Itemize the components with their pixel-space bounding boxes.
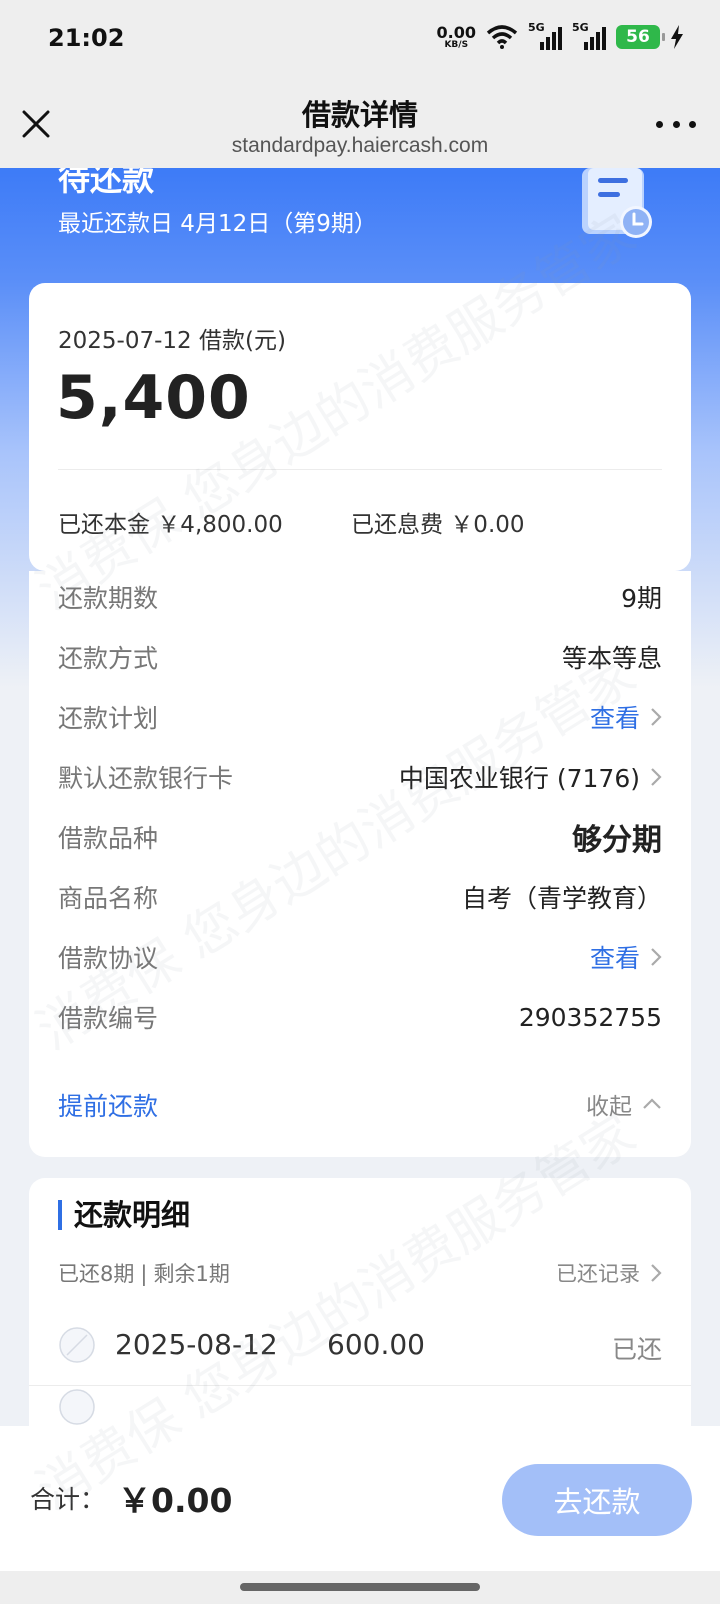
network-speed-value: 0.00 bbox=[436, 22, 476, 42]
total-value: ￥0.00 bbox=[118, 1481, 233, 1520]
view-plan-link[interactable]: 查看 bbox=[590, 699, 662, 735]
detail-label: 还款期数 bbox=[58, 584, 159, 613]
payment-footer: 合计： ￥0.00 去还款 bbox=[0, 1426, 720, 1571]
page-title: 借款详情 bbox=[301, 98, 418, 132]
charging-icon bbox=[671, 25, 683, 49]
page-url: standardpay.haiercash.com bbox=[231, 134, 489, 157]
signal-icon-2: 5G bbox=[572, 21, 606, 50]
repayment-progress: 已还8期 | 剩余1期 bbox=[58, 1262, 230, 1286]
detail-value: 290352755 bbox=[518, 1002, 662, 1032]
detail-label: 还款计划 bbox=[58, 704, 159, 733]
next-due-date: 最近还款日 4月12日（第9期） bbox=[58, 211, 377, 237]
system-nav-area bbox=[0, 1571, 720, 1604]
detail-label: 还款方式 bbox=[58, 644, 159, 673]
repayment-status: 已还 bbox=[611, 1335, 662, 1364]
schedule-document-icon bbox=[582, 168, 652, 238]
total-label: 合计： bbox=[30, 1485, 106, 1514]
loan-summary-card: 2025-07-12 借款(元) 5,400 已还本金 ￥4,800.00 已还… bbox=[29, 283, 691, 571]
detail-row-loan-number: 借款编号 290352755 bbox=[58, 997, 662, 1037]
detail-row-plan[interactable]: 还款计划 查看 bbox=[58, 697, 662, 737]
pay-button[interactable]: 去还款 bbox=[502, 1464, 692, 1536]
status-bar: 21:02 0.00 KB/S 5G 5G 56 bbox=[0, 0, 720, 82]
chevron-right-icon bbox=[651, 708, 662, 726]
loan-details-list: 还款期数 9期 还款方式 等本等息 还款计划 查看 默认还款银行卡 中国农业银行… bbox=[29, 571, 691, 1157]
repayment-amount: 600.00 bbox=[327, 1328, 425, 1361]
signal-icon-1: 5G bbox=[528, 21, 562, 50]
detail-value: 自考（青学教育） bbox=[461, 884, 662, 913]
detail-label: 借款品种 bbox=[58, 824, 159, 853]
detail-row-agreement[interactable]: 借款协议 查看 bbox=[58, 937, 662, 977]
pending-check-icon bbox=[59, 1389, 95, 1425]
detail-row-bank-card[interactable]: 默认还款银行卡 中国农业银行 (7176) bbox=[58, 757, 662, 797]
more-menu-icon[interactable] bbox=[656, 118, 696, 130]
network-speed-unit: KB/S bbox=[444, 39, 469, 50]
paid-check-icon bbox=[59, 1327, 95, 1363]
divider bbox=[58, 469, 662, 470]
repayment-detail-card: 还款明细 已还8期 | 剩余1期 已还记录 2025-08-12 600.00 已还 bbox=[29, 1178, 691, 1438]
loan-amount: 5,400 bbox=[56, 363, 251, 433]
paid-principal: 已还本金 ￥4,800.00 bbox=[58, 512, 283, 538]
repayment-date: 2025-08-12 bbox=[115, 1328, 278, 1361]
repayment-records-link[interactable]: 已还记录 bbox=[556, 1258, 662, 1288]
collapse-toggle[interactable]: 收起 bbox=[586, 1087, 662, 1121]
battery-icon: 56 bbox=[616, 25, 665, 49]
loan-date: 2025-07-12 借款(元) bbox=[58, 328, 286, 354]
home-indicator[interactable] bbox=[240, 1583, 480, 1591]
loan-status: 待还款 bbox=[58, 168, 155, 198]
detail-value: 等本等息 bbox=[561, 644, 662, 673]
detail-label: 借款协议 bbox=[58, 944, 159, 973]
chevron-up-icon bbox=[643, 1098, 661, 1109]
paid-interest: 已还息费 ￥0.00 bbox=[351, 512, 525, 538]
detail-row-product: 商品名称 自考（青学教育） bbox=[58, 877, 662, 917]
status-icons: 0.00 KB/S 5G 5G 56 bbox=[436, 21, 684, 50]
detail-row-method: 还款方式 等本等息 bbox=[58, 637, 662, 677]
repayment-title: 还款明细 bbox=[58, 1200, 190, 1230]
detail-label: 借款编号 bbox=[58, 1004, 159, 1033]
detail-label: 商品名称 bbox=[58, 884, 159, 913]
wifi-icon bbox=[486, 25, 518, 49]
detail-value: 9期 bbox=[621, 584, 662, 613]
bank-card-value[interactable]: 中国农业银行 (7176) bbox=[399, 759, 662, 795]
network-speed: 0.00 KB/S bbox=[436, 22, 476, 50]
chevron-right-icon bbox=[651, 948, 662, 966]
detail-value: 够分期 bbox=[572, 823, 662, 858]
detail-row-periods: 还款期数 9期 bbox=[58, 577, 662, 617]
chevron-right-icon bbox=[651, 768, 662, 786]
prepay-link[interactable]: 提前还款 bbox=[58, 1087, 158, 1123]
detail-row-loan-type: 借款品种 够分期 bbox=[58, 817, 662, 858]
nav-bar: 借款详情 standardpay.haiercash.com bbox=[0, 82, 720, 168]
detail-label: 默认还款银行卡 bbox=[58, 764, 234, 793]
status-time: 21:02 bbox=[48, 24, 125, 52]
chevron-right-icon bbox=[651, 1264, 662, 1282]
view-agreement-link[interactable]: 查看 bbox=[590, 939, 662, 975]
repayment-row: 2025-08-12 600.00 已还 bbox=[29, 1306, 691, 1386]
